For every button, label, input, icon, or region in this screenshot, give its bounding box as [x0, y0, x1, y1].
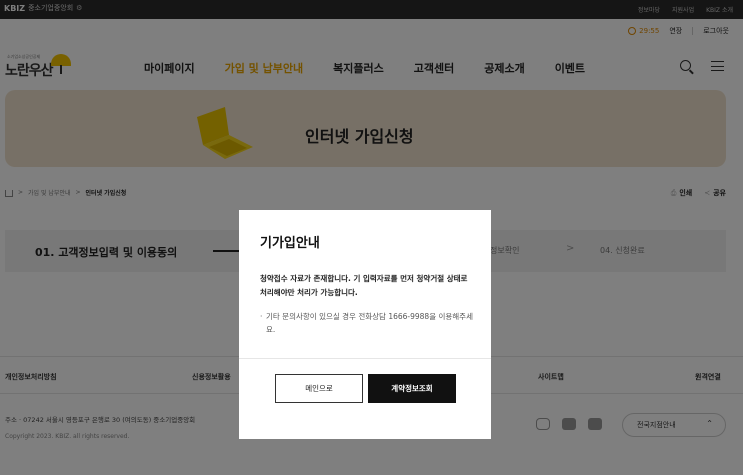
modal-note: 기타 문의사항이 있으실 경우 전화상담 1666-9988을 이용해주세요. — [260, 310, 480, 336]
modal-message: 청약접수 자료가 존재합니다. 기 입력자료를 먼저 청약거절 상태로 처리해야… — [260, 274, 468, 297]
existing-subscription-modal: 기가입안내 청약접수 자료가 존재합니다. 기 입력자료를 먼저 청약거절 상태… — [239, 210, 491, 439]
modal-title: 기가입안내 — [260, 236, 320, 251]
go-main-button[interactable]: 메인으로 — [275, 374, 363, 403]
contract-info-button[interactable]: 계약정보조회 — [368, 374, 456, 403]
modal-divider — [239, 358, 491, 359]
